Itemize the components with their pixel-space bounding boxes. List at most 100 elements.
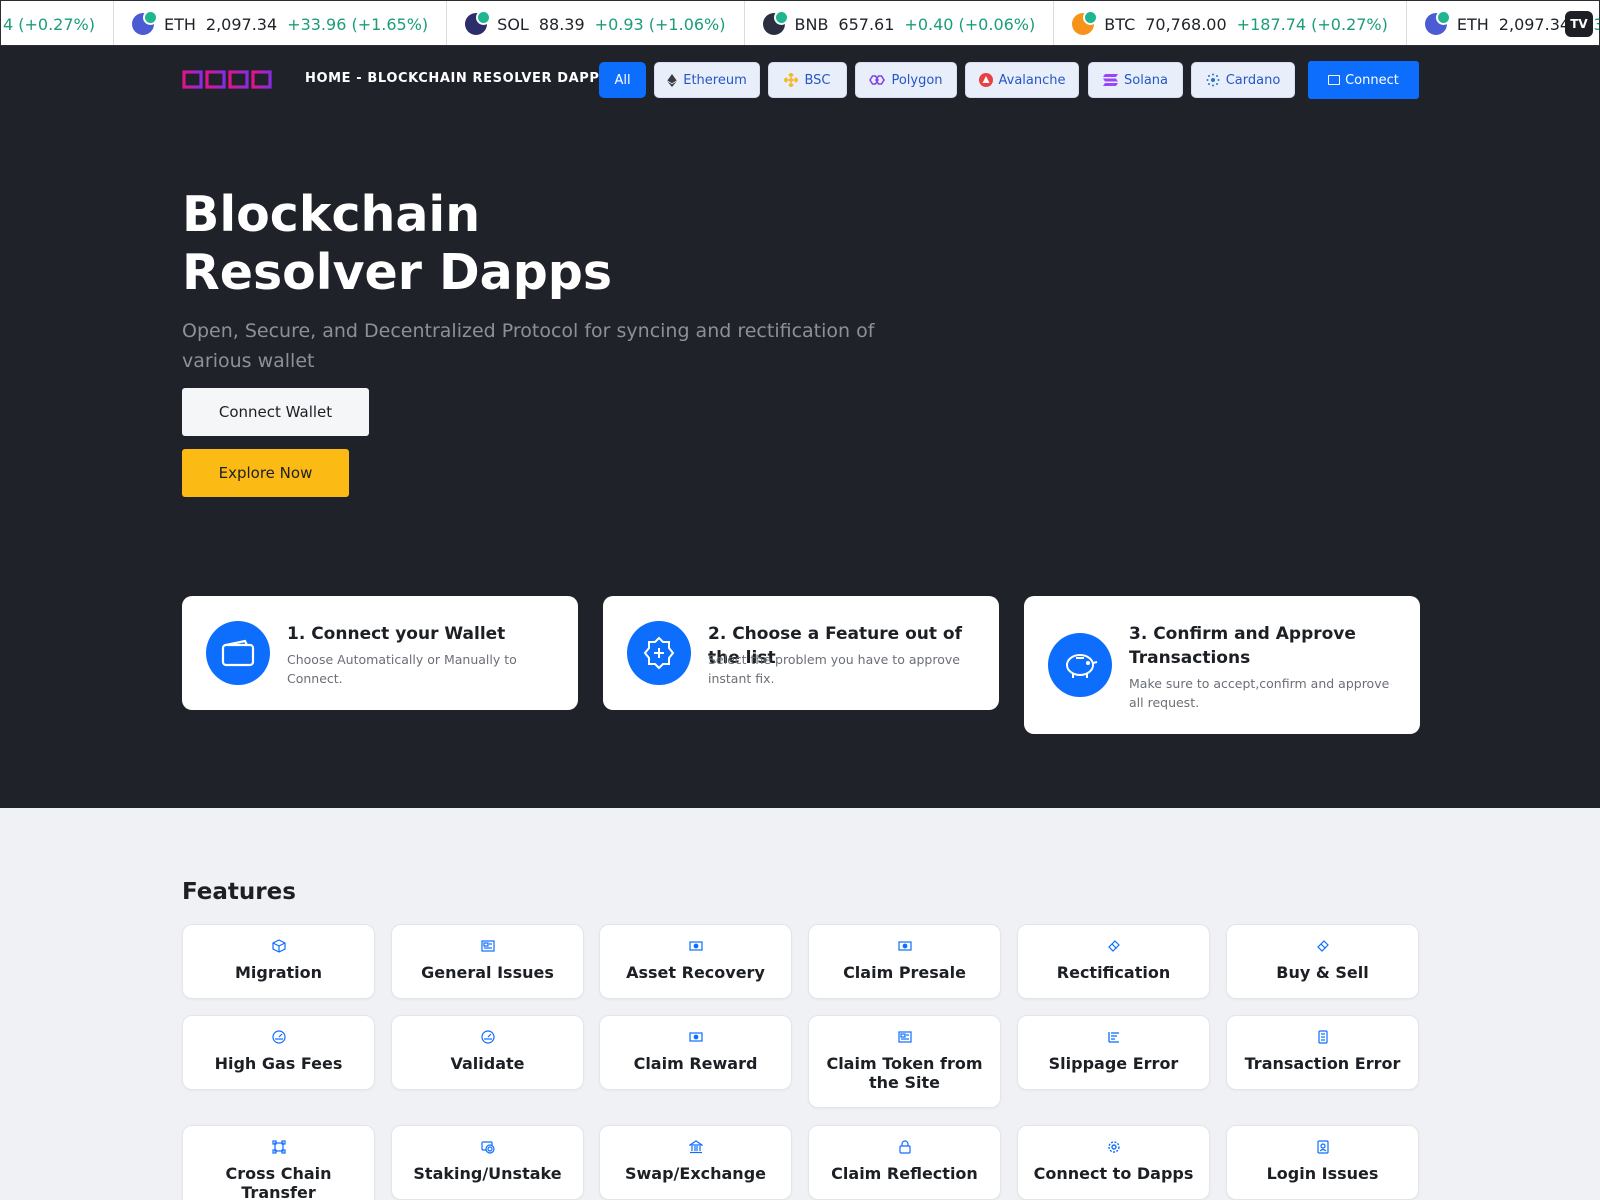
feature-high-gas-fees[interactable]: High Gas Fees [182, 1015, 375, 1090]
filter-solana-button[interactable]: Solana [1088, 62, 1183, 98]
coin-stack-icon [480, 1141, 495, 1154]
solana-icon [1103, 74, 1118, 86]
step-title: 1. Connect your Wallet [287, 624, 506, 644]
hero-title-line: Resolver Dapps [182, 244, 613, 301]
ticker-price: 88.39 [538, 14, 585, 34]
filter-label: Polygon [891, 72, 943, 88]
feature-label: Staking/Unstake [413, 1164, 562, 1183]
feature-claim-presale[interactable]: Claim Presale [808, 924, 1001, 999]
price-ticker: 4 (+0.27%) ETH 2,097.34 +33.96 (+1.65%) … [0, 0, 1600, 46]
eraser-icon [1107, 940, 1120, 952]
ticker-track: 4 (+0.27%) ETH 2,097.34 +33.96 (+1.65%) … [1, 1, 1599, 45]
feature-migration[interactable]: Migration [182, 924, 375, 999]
ethereum-icon [667, 73, 677, 87]
feature-swap-exchange[interactable]: Swap/Exchange [599, 1125, 792, 1200]
feature-claim-reward[interactable]: Claim Reward [599, 1015, 792, 1090]
feature-label: Transaction Error [1244, 1054, 1401, 1073]
connect-wallet-button[interactable]: Connect Wallet [182, 388, 369, 436]
ticker-symbol: ETH [163, 14, 196, 34]
explore-now-button[interactable]: Explore Now [182, 449, 349, 497]
feature-general-issues[interactable]: General Issues [391, 924, 584, 999]
ticker-item[interactable]: BTC 70,768.00 +187.74 (+0.27%) [1054, 1, 1407, 45]
feature-label: Cross Chain Transfer [225, 1164, 332, 1200]
filter-label: All [614, 72, 631, 88]
dapp-logo[interactable] [182, 60, 272, 102]
feature-label: Migration [234, 963, 323, 982]
filter-list-icon [1107, 1032, 1119, 1043]
feature-claim-token[interactable]: Claim Token from the Site [808, 1015, 1001, 1108]
filter-label: Avalanche [998, 72, 1066, 88]
feature-login-issues[interactable]: Login Issues [1226, 1125, 1419, 1200]
cash-icon [897, 941, 912, 951]
feature-label: Swap/Exchange [624, 1164, 766, 1183]
feature-label: Slippage Error [1048, 1054, 1179, 1073]
wallet-icon [1328, 75, 1341, 85]
filter-bsc-button[interactable]: BSC [768, 62, 847, 98]
gear-icon [1107, 1141, 1120, 1153]
feature-buy-sell[interactable]: Buy & Sell [1226, 924, 1419, 999]
features-heading: Features [182, 879, 296, 905]
cash-icon [688, 1032, 703, 1042]
ticker-item[interactable]: ETH 2,097.34 +33.96 (+1.65%) [114, 1, 448, 45]
bnb-coin-icon [762, 10, 789, 35]
feature-label: Validate [450, 1054, 525, 1073]
filter-all-button[interactable]: All [599, 62, 646, 98]
feature-validate[interactable]: Validate [391, 1015, 584, 1090]
eth-coin-icon [1424, 10, 1451, 35]
ticker-price: 2,097.34 [205, 14, 278, 34]
feature-asset-recovery[interactable]: Asset Recovery [599, 924, 792, 999]
hero-section: HOME - BLOCKCHAIN RESOLVER DAPPS All Eth… [0, 46, 1600, 808]
step-title: 3. Confirm and Approve Transactions [1129, 624, 1356, 668]
ticker-symbol: ETH [1456, 14, 1489, 34]
ticker-price: 70,768.00 [1145, 14, 1227, 34]
feature-label: General Issues [421, 963, 554, 982]
feature-staking-unstake[interactable]: Staking/Unstake [391, 1125, 584, 1200]
filter-polygon-button[interactable]: Polygon [855, 62, 957, 98]
page-breadcrumb-title: HOME - BLOCKCHAIN RESOLVER DAPPS [305, 71, 610, 86]
ticker-symbol: SOL [497, 14, 529, 34]
feature-transaction-error[interactable]: Transaction Error [1226, 1015, 1419, 1090]
eth-coin-icon [131, 10, 158, 35]
connect-button[interactable]: Connect [1308, 61, 1419, 99]
cardano-icon [1206, 73, 1220, 87]
step-card-confirm: 3. Confirm and Approve Transactions Make… [1024, 596, 1420, 734]
ticker-price: 2,097.34 [1498, 14, 1571, 34]
feature-connect-to-dapps[interactable]: Connect to Dapps [1017, 1125, 1210, 1200]
filter-ethereum-button[interactable]: Ethereum [654, 62, 760, 98]
feature-label: Claim Token from the Site [826, 1054, 983, 1092]
feature-label: Buy & Sell [1276, 963, 1369, 982]
ticker-item[interactable]: SOL 88.39 +0.93 (+1.06%) [447, 1, 745, 45]
wallet-icon [206, 621, 270, 685]
top-navbar: HOME - BLOCKCHAIN RESOLVER DAPPS All Eth… [0, 46, 1600, 116]
feature-cross-chain-transfer[interactable]: Cross Chain Transfer [182, 1125, 375, 1200]
speedometer-icon [271, 1030, 286, 1044]
person-badge-icon [1316, 1140, 1329, 1154]
newspaper-icon [480, 940, 495, 952]
feature-rectification[interactable]: Rectification [1017, 924, 1210, 999]
calculator-icon [1317, 1030, 1328, 1044]
feature-claim-reflection[interactable]: Claim Reflection [808, 1125, 1001, 1200]
ticker-change: +33.96 (+1.65%) [287, 14, 429, 34]
ticker-change: 4 (+0.27%) [3, 14, 95, 34]
tradingview-logo[interactable]: TV [1565, 11, 1593, 37]
ticker-item[interactable]: 4 (+0.27%) [1, 1, 114, 45]
bank-icon [688, 1140, 703, 1154]
feature-label: High Gas Fees [214, 1054, 343, 1073]
feature-label: Connect to Dapps [1033, 1164, 1194, 1183]
ticker-price: 657.61 [838, 14, 895, 34]
step-card-choose-feature: 2. Choose a Feature out of the list Sele… [603, 596, 999, 710]
step-description: Choose Automatically or Manually to Conn… [287, 652, 517, 686]
filter-cardano-button[interactable]: Cardano [1191, 62, 1295, 98]
ticker-symbol: BTC [1104, 14, 1136, 34]
filter-avalanche-button[interactable]: Avalanche [965, 62, 1079, 98]
ticker-change: +0.40 (+0.06%) [904, 14, 1036, 34]
filter-label: Solana [1124, 72, 1168, 88]
feature-label: Asset Recovery [626, 963, 765, 982]
ticker-item[interactable]: BNB 657.61 +0.40 (+0.06%) [745, 1, 1055, 45]
feature-slippage-error[interactable]: Slippage Error [1017, 1015, 1210, 1090]
step-description: Make sure to accept,confirm and approve … [1129, 676, 1390, 710]
step-card-connect: 1. Connect your Wallet Choose Automatica… [182, 596, 578, 710]
avalanche-icon [978, 73, 993, 87]
lock-icon [898, 1140, 911, 1154]
ticker-change: +0.93 (+1.06%) [594, 14, 726, 34]
